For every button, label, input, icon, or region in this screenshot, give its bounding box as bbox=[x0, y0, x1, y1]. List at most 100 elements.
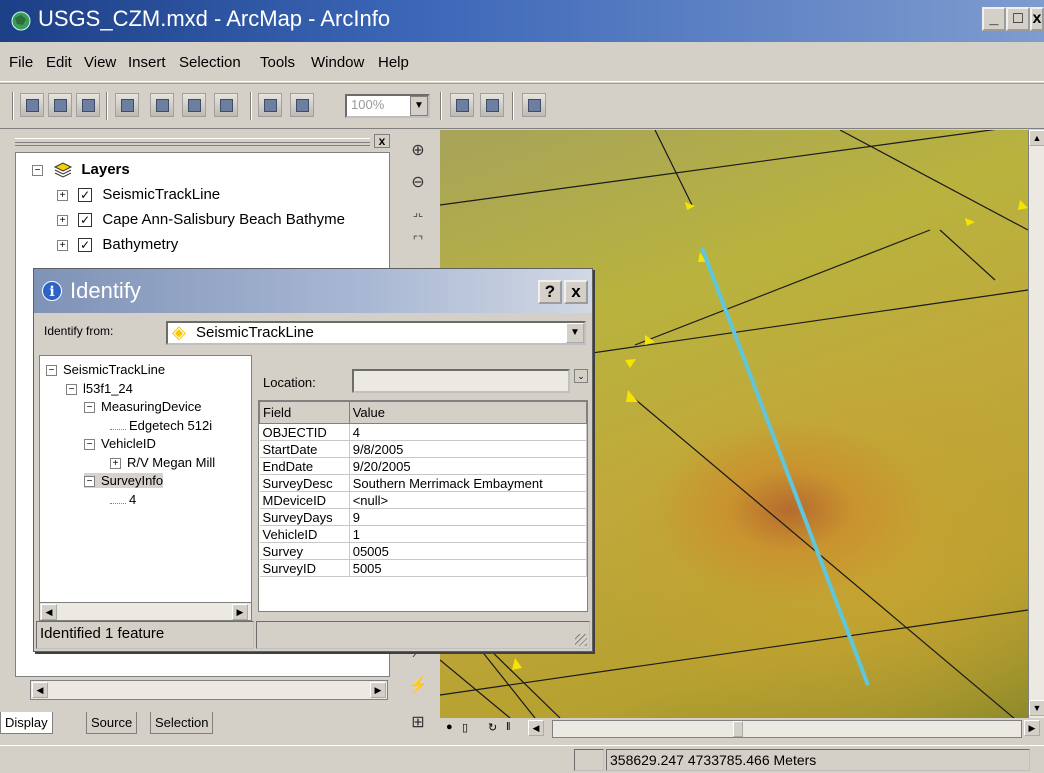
data-view-icon[interactable]: ● bbox=[446, 721, 453, 733]
feature-tree-node[interactable]: − MeasuringDevice bbox=[84, 399, 201, 414]
table-row[interactable]: StartDate 9/8/2005 bbox=[259, 440, 587, 458]
zoom-in-fixed-icon[interactable] bbox=[20, 93, 44, 117]
table-row[interactable]: OBJECTID 4 bbox=[259, 423, 587, 441]
layers-root[interactable]: − Layers bbox=[32, 161, 130, 178]
scroll-down-icon[interactable]: ▼ bbox=[1029, 700, 1044, 716]
table-row[interactable]: Survey 05005 bbox=[259, 542, 587, 560]
menu-view[interactable]: View bbox=[84, 54, 116, 71]
copy-location-icon[interactable]: ⌄ bbox=[574, 369, 588, 383]
table-row[interactable]: SurveyDays 9 bbox=[259, 508, 587, 526]
table-row[interactable]: SurveyID 5005 bbox=[259, 559, 587, 577]
expand-icon[interactable]: + bbox=[57, 189, 68, 201]
menu-selection[interactable]: Selection bbox=[179, 54, 241, 71]
focus-data-frame-icon[interactable] bbox=[480, 93, 504, 117]
map-horizontal-scrollbar[interactable] bbox=[552, 720, 1022, 738]
feature-tree-node[interactable]: − VehicleID bbox=[84, 436, 156, 451]
collapse-icon[interactable]: − bbox=[46, 365, 57, 377]
toc-horizontal-scrollbar[interactable]: ◀ ▶ bbox=[30, 680, 388, 700]
zoom-out-icon[interactable]: ⊖ bbox=[406, 172, 430, 196]
tab-source[interactable]: Source bbox=[86, 712, 138, 734]
expand-icon[interactable]: + bbox=[57, 239, 68, 251]
hyperlink-icon[interactable]: ⚡ bbox=[406, 675, 430, 699]
scroll-up-icon[interactable]: ▲ bbox=[1029, 130, 1044, 146]
scroll-left-icon[interactable]: ◀ bbox=[41, 604, 57, 620]
scroll-right-icon[interactable]: ▶ bbox=[1024, 720, 1040, 736]
feature-tree-node[interactable]: 4 bbox=[110, 492, 136, 507]
chevron-down-icon[interactable]: ▼ bbox=[410, 96, 428, 116]
toc-grip[interactable] bbox=[15, 138, 370, 146]
maximize-button[interactable]: □ bbox=[1006, 7, 1030, 31]
menu-help[interactable]: Help bbox=[378, 54, 409, 71]
menu-tools[interactable]: Tools bbox=[260, 54, 295, 71]
toc-close-button[interactable]: x bbox=[374, 134, 390, 148]
layout-view-icon[interactable]: ▯ bbox=[462, 721, 468, 734]
field-cell: SurveyDesc bbox=[259, 474, 350, 492]
close-button[interactable]: x bbox=[1030, 7, 1044, 31]
table-row[interactable]: EndDate 9/20/2005 bbox=[259, 457, 587, 475]
scroll-right-icon[interactable]: ▶ bbox=[370, 682, 386, 698]
feature-tree-node[interactable]: − SurveyInfo bbox=[84, 473, 164, 488]
fixed-zoom-in-icon[interactable] bbox=[150, 93, 174, 117]
help-button[interactable]: ? bbox=[538, 280, 562, 304]
identify-title-bar[interactable]: i Identify ? x bbox=[34, 269, 592, 313]
pan-icon[interactable] bbox=[76, 93, 100, 117]
zoom-percent-combo[interactable]: 100% ▼ bbox=[345, 94, 430, 118]
fixed-zoom-out-icon[interactable] bbox=[182, 93, 206, 117]
full-extent-icon[interactable] bbox=[115, 93, 139, 117]
pause-drawing-icon[interactable]: ǁ bbox=[506, 721, 511, 733]
collapse-icon[interactable]: − bbox=[84, 476, 95, 488]
feature-tree-node[interactable]: − l53f1_24 bbox=[66, 381, 133, 396]
fixed-zoom-out-icon[interactable]: ⌜⌝ bbox=[406, 230, 430, 254]
layer-checkbox[interactable]: ✓ bbox=[78, 213, 93, 228]
map-vertical-scrollbar[interactable]: ▲ ▼ bbox=[1028, 130, 1044, 718]
table-row[interactable]: VehicleID 1 bbox=[259, 525, 587, 543]
resize-grip[interactable] bbox=[256, 621, 590, 649]
collapse-icon[interactable]: − bbox=[84, 402, 95, 414]
menu-insert[interactable]: Insert bbox=[128, 54, 166, 71]
scroll-right-icon[interactable]: ▶ bbox=[232, 604, 248, 620]
tab-selection[interactable]: Selection bbox=[150, 712, 214, 734]
identify-close-button[interactable]: x bbox=[564, 280, 588, 304]
fixed-zoom-in-icon[interactable]: ⌟⌞ bbox=[406, 202, 430, 226]
zoom-whole-page-icon[interactable] bbox=[214, 93, 238, 117]
collapse-icon[interactable]: − bbox=[66, 383, 77, 395]
identify-status: Identified 1 feature bbox=[36, 621, 254, 649]
refresh-icon[interactable]: ↻ bbox=[488, 721, 497, 734]
menu-file[interactable]: File bbox=[9, 54, 33, 71]
scroll-thumb[interactable] bbox=[733, 721, 743, 737]
zoom-in-icon[interactable]: ⊕ bbox=[406, 140, 430, 164]
menu-window[interactable]: Window bbox=[311, 54, 364, 71]
menu-edit[interactable]: Edit bbox=[46, 54, 72, 71]
feature-tree-scrollbar[interactable]: ◀ ▶ bbox=[40, 602, 251, 620]
forward-extent-icon[interactable] bbox=[290, 93, 314, 117]
minimize-button[interactable]: _ bbox=[982, 7, 1006, 31]
collapse-icon[interactable]: − bbox=[84, 439, 95, 451]
chevron-down-icon[interactable]: ▼ bbox=[566, 323, 584, 343]
scroll-left-icon[interactable]: ◀ bbox=[32, 682, 48, 698]
feature-tree-node[interactable]: Edgetech 512i bbox=[110, 418, 212, 433]
expand-icon[interactable]: + bbox=[110, 457, 121, 469]
column-header-value[interactable]: Value bbox=[348, 401, 587, 424]
change-layout-icon[interactable] bbox=[522, 93, 546, 117]
toggle-draft-mode-icon[interactable] bbox=[450, 93, 474, 117]
table-row[interactable]: MDeviceID <null> bbox=[259, 491, 587, 509]
zoom-out-fixed-icon[interactable] bbox=[48, 93, 72, 117]
column-header-field[interactable]: Field bbox=[259, 401, 350, 424]
scroll-left-icon[interactable]: ◀ bbox=[528, 720, 544, 736]
layer-checkbox[interactable]: ✓ bbox=[78, 188, 93, 203]
layer-item[interactable]: + ✓ Bathymetry bbox=[57, 236, 178, 253]
feature-tree-label: R/V Megan Mill bbox=[127, 454, 216, 470]
layer-item[interactable]: + ✓ Cape Ann-Salisbury Beach Bathyme bbox=[57, 211, 345, 228]
feature-tree-node[interactable]: + R/V Megan Mill bbox=[110, 455, 215, 470]
tab-display[interactable]: Display bbox=[0, 712, 53, 734]
expand-icon[interactable]: + bbox=[57, 214, 68, 226]
back-extent-icon[interactable] bbox=[258, 93, 282, 117]
identify-from-select[interactable]: ◈ SeismicTrackLine ▼ bbox=[166, 321, 586, 345]
feature-tree-node[interactable]: − SeismicTrackLine bbox=[46, 362, 165, 377]
table-row[interactable]: SurveyDesc Southern Merrimack Embayment bbox=[259, 474, 587, 492]
layer-item[interactable]: + ✓ SeismicTrackLine bbox=[57, 186, 220, 203]
layer-checkbox[interactable]: ✓ bbox=[78, 238, 93, 253]
collapse-icon[interactable]: − bbox=[32, 164, 43, 176]
location-field[interactable] bbox=[352, 369, 570, 393]
find-icon[interactable]: ⊞ bbox=[406, 712, 430, 736]
